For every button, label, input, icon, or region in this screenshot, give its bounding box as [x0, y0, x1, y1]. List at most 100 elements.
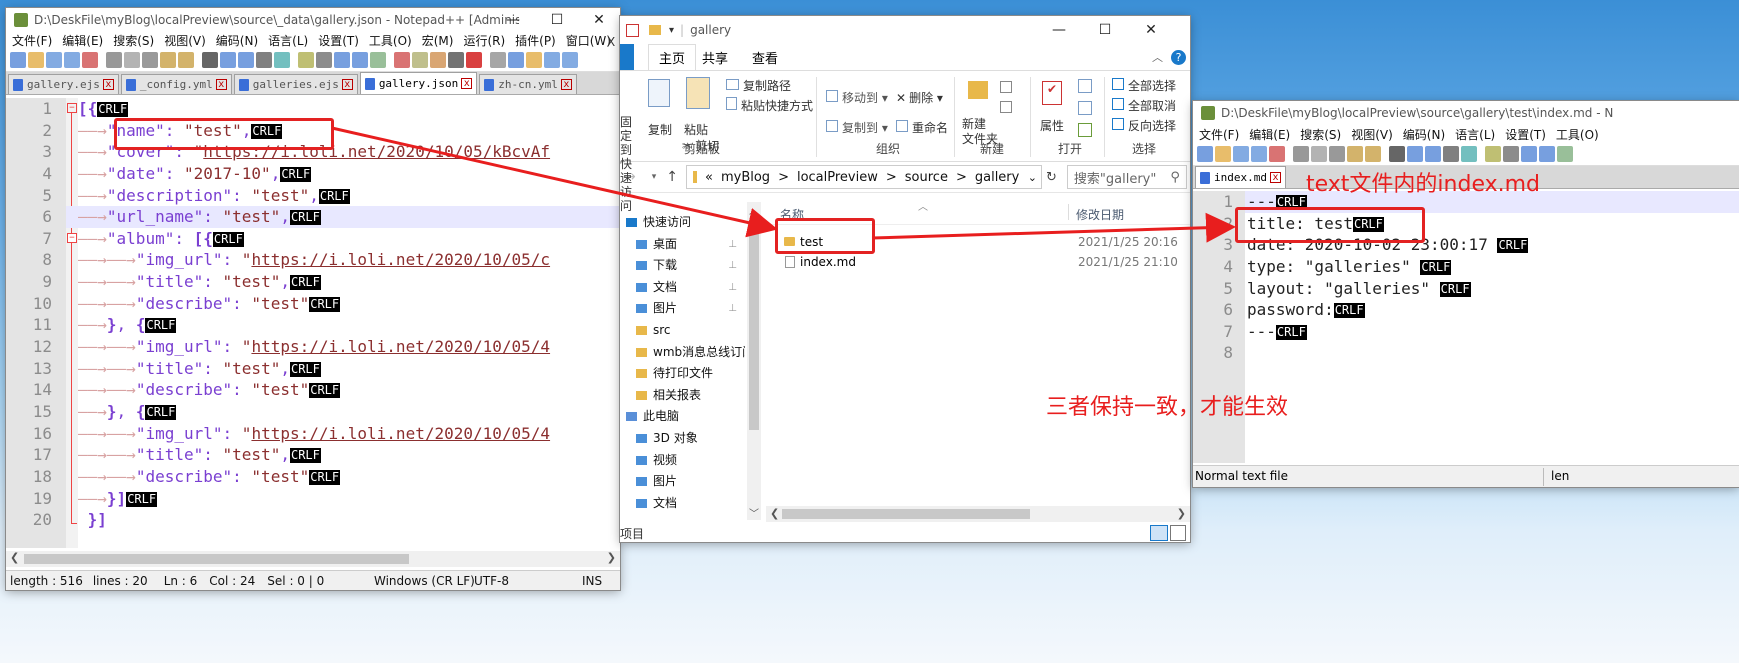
toolbar-button-icon[interactable]: [562, 52, 578, 68]
tab-close-icon[interactable]: x: [341, 79, 353, 90]
fold-minus-icon[interactable]: −: [67, 233, 77, 243]
toolbar-button-icon[interactable]: [1347, 146, 1363, 162]
tab-file[interactable]: gallery.json x: [359, 72, 478, 94]
toolbar-button-icon[interactable]: [430, 52, 446, 68]
paste-shortcut-button[interactable]: 粘贴快捷方式: [726, 97, 813, 114]
toolbar-button-icon[interactable]: [1311, 146, 1327, 162]
toolbar-button-icon[interactable]: [1197, 146, 1213, 162]
sidebar-item[interactable]: 图片 ⊥: [620, 298, 745, 320]
toolbar-button-icon[interactable]: [142, 52, 158, 68]
scroll-thumb[interactable]: [749, 220, 759, 430]
menu-item[interactable]: 编辑(E): [1249, 126, 1290, 143]
toolbar-button-icon[interactable]: [1461, 146, 1477, 162]
minimize-button[interactable]: —: [1036, 16, 1082, 44]
fold-minus-icon[interactable]: −: [67, 103, 77, 113]
toolbar-button-icon[interactable]: [466, 52, 482, 68]
code-url[interactable]: https://i.loli.net/2020/10/05/c: [251, 250, 550, 269]
sidebar-item[interactable]: 待打印文件: [620, 363, 745, 385]
refresh-icon[interactable]: ↻: [1046, 170, 1057, 185]
toolbar-button-icon[interactable]: [220, 52, 236, 68]
tab-index-md[interactable]: index.md x: [1195, 166, 1286, 188]
search-box[interactable]: 搜索"gallery" ⚲: [1066, 165, 1187, 189]
tab-file[interactable]: galleries.ejs x: [233, 74, 358, 94]
menu-item[interactable]: 编码(N): [1403, 126, 1445, 143]
search-input[interactable]: 搜索"gallery": [1074, 168, 1156, 187]
toolbar-button-icon[interactable]: [508, 52, 524, 68]
menu-item[interactable]: 文件(F): [12, 32, 52, 49]
sidebar-item[interactable]: src: [620, 320, 745, 342]
maximize-button[interactable]: ☐: [534, 8, 580, 31]
tab-file[interactable]: gallery.ejs x: [8, 74, 119, 94]
sidebar-item[interactable]: 快速访问: [620, 212, 745, 234]
menu-item[interactable]: 文件(F): [1199, 126, 1239, 143]
toolbar-button-icon[interactable]: [490, 52, 506, 68]
toolbar-button-icon[interactable]: [1425, 146, 1441, 162]
new-item-icon[interactable]: [1000, 81, 1012, 93]
open-icon[interactable]: [1078, 79, 1092, 93]
path-myblog[interactable]: myBlog: [721, 170, 770, 185]
menu-close-icon[interactable]: X: [607, 35, 615, 49]
sidebar-item[interactable]: 下载 ⊥: [620, 255, 745, 277]
tab-close-icon[interactable]: x: [560, 79, 572, 90]
sidebar-item[interactable]: 桌面 ⊥: [620, 234, 745, 256]
close-button[interactable]: ✕: [1128, 16, 1174, 44]
menu-item[interactable]: 视图(V): [164, 32, 206, 49]
toolbar-button-icon[interactable]: [1293, 146, 1309, 162]
toolbar-button-icon[interactable]: [1389, 146, 1405, 162]
scroll-up-icon[interactable]: ︿: [749, 202, 759, 217]
edit-icon[interactable]: [1078, 101, 1092, 115]
toolbar-button-icon[interactable]: [256, 52, 272, 68]
toolbar-button-icon[interactable]: [370, 52, 386, 68]
menu-item[interactable]: 运行(R): [463, 32, 505, 49]
toolbar-button-icon[interactable]: [1233, 146, 1249, 162]
rename-button[interactable]: 重命名: [896, 119, 948, 136]
code-editor[interactable]: 1 2 3 4 5 6 7 8 9 10 11 12 13 14 15 16 17 18 19 20 − − [{CR…: [6, 98, 620, 548]
horizontal-scrollbar[interactable]: ❮ ❯: [6, 551, 620, 567]
path-sep[interactable]: >: [886, 170, 897, 185]
tab-file[interactable]: zh-cn.yml x: [479, 74, 577, 94]
scroll-thumb[interactable]: [782, 509, 1030, 519]
menu-item[interactable]: 工具(O): [369, 32, 412, 49]
code-url[interactable]: https://i.loli.net/2020/10/05/4: [251, 337, 550, 356]
recent-dropdown-icon[interactable]: ▾: [652, 172, 657, 182]
tab-share[interactable]: 共享: [702, 48, 728, 67]
toolbar-button-icon[interactable]: [316, 52, 332, 68]
pin-icon[interactable]: ⊥: [728, 277, 737, 299]
file-tab[interactable]: [620, 44, 634, 70]
menu-item[interactable]: 设置(T): [1505, 126, 1546, 143]
sidebar-item[interactable]: 文档: [620, 493, 745, 515]
toolbar-button-icon[interactable]: [1329, 146, 1345, 162]
menu-item[interactable]: 编辑(E): [62, 32, 103, 49]
toolbar-button-icon[interactable]: [352, 52, 368, 68]
sidebar-item[interactable]: 视频: [620, 450, 745, 472]
pin-icon[interactable]: ⊥: [728, 234, 737, 256]
path-sep[interactable]: >: [956, 170, 967, 185]
collapse-ribbon-icon[interactable]: ︿: [1152, 49, 1163, 65]
toolbar-button-icon[interactable]: [334, 52, 350, 68]
file-list-hscrollbar[interactable]: ❮ ❯: [766, 506, 1190, 522]
search-icon[interactable]: ⚲: [1170, 170, 1180, 185]
copy-path-button[interactable]: 复制路径: [726, 77, 791, 94]
code-url[interactable]: https://i.loli.net/2020/10/05/4: [251, 424, 550, 443]
tab-view[interactable]: 查看: [752, 48, 778, 67]
menu-item[interactable]: 编码(N): [216, 32, 258, 49]
menu-item[interactable]: 设置(T): [318, 32, 359, 49]
tab-file[interactable]: _config.yml x: [120, 74, 232, 94]
easy-access-icon[interactable]: [1000, 101, 1012, 113]
menu-item[interactable]: 工具(O): [1556, 126, 1599, 143]
delete-button[interactable]: ✕ 删除 ▾: [896, 89, 943, 106]
large-icons-view-icon[interactable]: [1170, 525, 1186, 541]
scroll-right-icon[interactable]: ❯: [607, 551, 616, 564]
toolbar-button-icon[interactable]: [1539, 146, 1555, 162]
menu-item[interactable]: 视图(V): [1351, 126, 1393, 143]
scroll-right-icon[interactable]: ❯: [1177, 507, 1186, 520]
tab-close-icon[interactable]: x: [1269, 172, 1281, 183]
help-icon[interactable]: ?: [1171, 49, 1186, 65]
toolbar-button-icon[interactable]: [1251, 146, 1267, 162]
scroll-thumb[interactable]: [24, 554, 409, 564]
sidebar-scrollbar[interactable]: ︿ ﹀: [747, 202, 761, 520]
sidebar-item[interactable]: 文档 ⊥: [620, 277, 745, 299]
address-bar[interactable]: « myBlog > localPreview > source > galle…: [686, 165, 1042, 189]
invert-selection-button[interactable]: 反向选择: [1112, 117, 1176, 134]
sidebar-item[interactable]: 相关报表: [620, 385, 745, 407]
